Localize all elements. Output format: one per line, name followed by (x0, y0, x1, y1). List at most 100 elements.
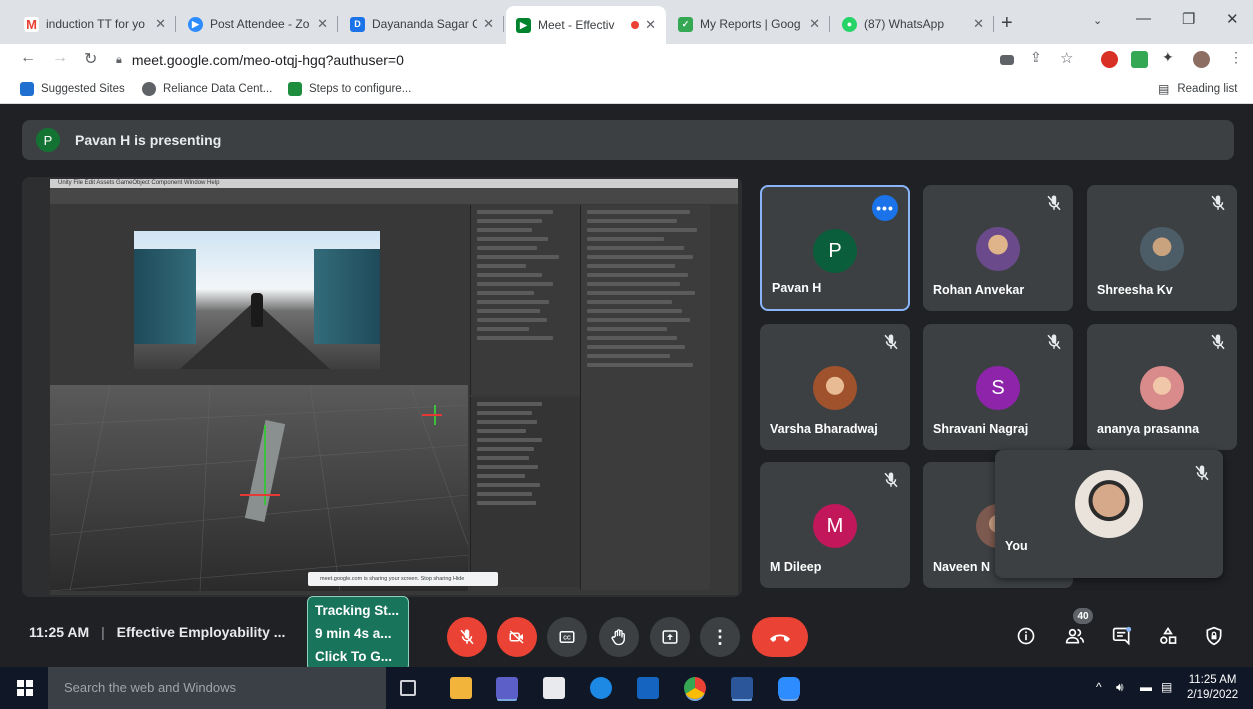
participant-photo (1140, 227, 1184, 271)
participant-tile-pavan[interactable]: ••• P Pavan H (760, 185, 910, 311)
participant-tile-ananya[interactable]: ananya prasanna (1087, 324, 1237, 450)
tray-chevron-icon[interactable]: ^ (1096, 680, 1102, 694)
unity-menubar: Unity File Edit Assets GameObject Compon… (50, 179, 738, 188)
tracking-notification[interactable]: Tracking St... 9 min 4s a... Click To G.… (307, 596, 409, 671)
tracking-line: Tracking St... (315, 603, 400, 618)
more-options-icon[interactable]: ••• (872, 195, 898, 221)
tab-whatsapp[interactable]: ● (87) WhatsApp ✕ (832, 8, 994, 40)
window-close-icon[interactable]: ✕ (1226, 10, 1239, 28)
leave-call-button[interactable] (752, 617, 808, 657)
taskbar-search-input[interactable]: Search the web and Windows (48, 667, 386, 709)
close-icon[interactable]: ✕ (809, 16, 820, 32)
bookmark-reliance[interactable]: Reliance Data Cent... (142, 82, 272, 96)
tab-title: Post Attendee - Zo (210, 17, 310, 31)
bing-icon (20, 82, 34, 96)
close-icon[interactable]: ✕ (155, 16, 166, 32)
unity-inspector-panel (580, 205, 710, 590)
activities-shapes-icon (1160, 626, 1177, 644)
chrome-icon[interactable] (684, 677, 706, 699)
forward-icon[interactable]: → (52, 49, 68, 67)
present-now-button[interactable] (650, 617, 690, 657)
end-call-icon (770, 634, 790, 642)
activities-button[interactable] (1156, 624, 1180, 648)
edge-icon[interactable] (590, 677, 612, 699)
globe-icon (142, 82, 156, 96)
close-icon[interactable]: ✕ (973, 16, 984, 32)
scene-grid (49, 384, 469, 592)
unity-project-panel (470, 397, 580, 587)
unity-editor-screenshot: Unity File Edit Assets GameObject Compon… (49, 179, 738, 595)
shared-screen[interactable]: Unity File Edit Assets GameObject Compon… (22, 177, 742, 597)
task-view-icon[interactable] (400, 680, 416, 696)
bookmark-steps[interactable]: Steps to configure... (288, 82, 411, 96)
tab-title: (87) WhatsApp (864, 17, 945, 31)
minimize-icon[interactable]: — (1136, 10, 1151, 27)
tab-gmail[interactable]: M induction TT for yo ✕ (14, 8, 176, 40)
taskbar-clock[interactable]: 11:25 AM 2/19/2022 (1187, 673, 1238, 703)
more-options-button[interactable]: ⋮ (700, 617, 740, 657)
battery-icon[interactable]: ▬ (1140, 680, 1152, 694)
close-icon[interactable]: ✕ (317, 16, 328, 32)
participant-name: Pavan H (772, 281, 822, 295)
share-icon[interactable]: ⇪ (1030, 49, 1042, 66)
close-icon[interactable]: ✕ (645, 17, 656, 33)
whatsapp-icon: ● (842, 16, 857, 32)
extension-record-icon[interactable] (1101, 51, 1118, 68)
url-text: meet.google.com/meo-otqj-hgq?authuser=0 (131, 52, 404, 68)
volume-icon[interactable]: 🔊︎ (1116, 680, 1124, 695)
tab-reports[interactable]: ✓ My Reports | Goog ✕ (668, 8, 830, 40)
tab-search-icon[interactable]: ⌄ (1093, 14, 1102, 27)
new-tab-button[interactable]: + (1001, 12, 1013, 35)
reading-list-button[interactable]: ▤ Reading list (1158, 82, 1237, 96)
tab-dayananda[interactable]: D Dayananda Sagar C ✕ (340, 8, 504, 40)
back-icon[interactable]: ← (20, 49, 36, 67)
tab-zoom[interactable]: ▶ Post Attendee - Zo ✕ (178, 8, 338, 40)
presenting-text: Pavan H is presenting (75, 132, 222, 148)
participant-tile-rohan[interactable]: Rohan Anvekar (923, 185, 1073, 311)
participant-avatar: S (976, 366, 1020, 410)
chat-button[interactable] (1110, 624, 1134, 648)
notification-icon[interactable]: ▤ (1161, 680, 1172, 694)
zoom-taskbar-icon[interactable] (778, 677, 800, 699)
unity-toolbar (50, 188, 738, 204)
tab-meet[interactable]: ▶ Meet - Effectiv ✕ (506, 6, 666, 44)
store-icon[interactable] (543, 677, 565, 699)
profile-avatar-icon[interactable] (1193, 51, 1210, 68)
infinity-app-icon[interactable] (637, 677, 659, 699)
people-button[interactable] (1063, 624, 1087, 648)
participant-photo (1140, 366, 1184, 410)
participant-name: Varsha Bharadwaj (770, 422, 878, 436)
participant-tile-shreesha[interactable]: Shreesha Kv (1087, 185, 1237, 311)
bookmark-star-icon[interactable]: ☆ (1060, 49, 1073, 67)
teams-icon[interactable] (496, 677, 518, 699)
presenting-bar: P Pavan H is presenting (22, 120, 1234, 160)
word-icon[interactable] (731, 677, 753, 699)
mic-muted-icon (1211, 334, 1225, 350)
self-view-tile[interactable]: You (995, 450, 1223, 578)
raise-hand-button[interactable] (599, 617, 639, 657)
host-controls-button[interactable] (1202, 624, 1226, 648)
captions-button[interactable]: CC (547, 617, 587, 657)
close-icon[interactable]: ✕ (483, 16, 494, 32)
bookmark-suggested-sites[interactable]: Suggested Sites (20, 82, 125, 96)
meeting-time: 11:25 AM (29, 624, 90, 640)
participant-tile-shravani[interactable]: S Shravani Nagraj (923, 324, 1073, 450)
maximize-icon[interactable]: ❐ (1182, 10, 1195, 28)
mic-toggle-button[interactable] (447, 617, 487, 657)
extensions-puzzle-icon[interactable]: ✦ (1162, 49, 1174, 66)
meeting-details-button[interactable] (1014, 624, 1038, 648)
participant-tile-dileep[interactable]: M M Dileep (760, 462, 910, 588)
reload-icon[interactable]: ↻ (84, 49, 97, 69)
meeting-title[interactable]: Effective Employability ... (117, 624, 286, 640)
bookmarks-bar: Suggested Sites Reliance Data Cent... St… (0, 76, 1253, 104)
gmail-icon: M (24, 16, 39, 32)
address-bar[interactable]: 🔒︎ meet.google.com/meo-otqj-hgq?authuser… (116, 47, 986, 73)
browser-menu-icon[interactable]: ⋮ (1229, 49, 1243, 66)
windows-start-icon[interactable] (17, 680, 33, 696)
participant-tile-varsha[interactable]: Varsha Bharadwaj (760, 324, 910, 450)
camera-in-use-icon[interactable] (1000, 55, 1014, 65)
tab-title: My Reports | Goog (700, 17, 801, 31)
camera-toggle-button[interactable] (497, 617, 537, 657)
file-explorer-icon[interactable] (450, 677, 472, 699)
extension-check-icon[interactable] (1131, 51, 1148, 68)
